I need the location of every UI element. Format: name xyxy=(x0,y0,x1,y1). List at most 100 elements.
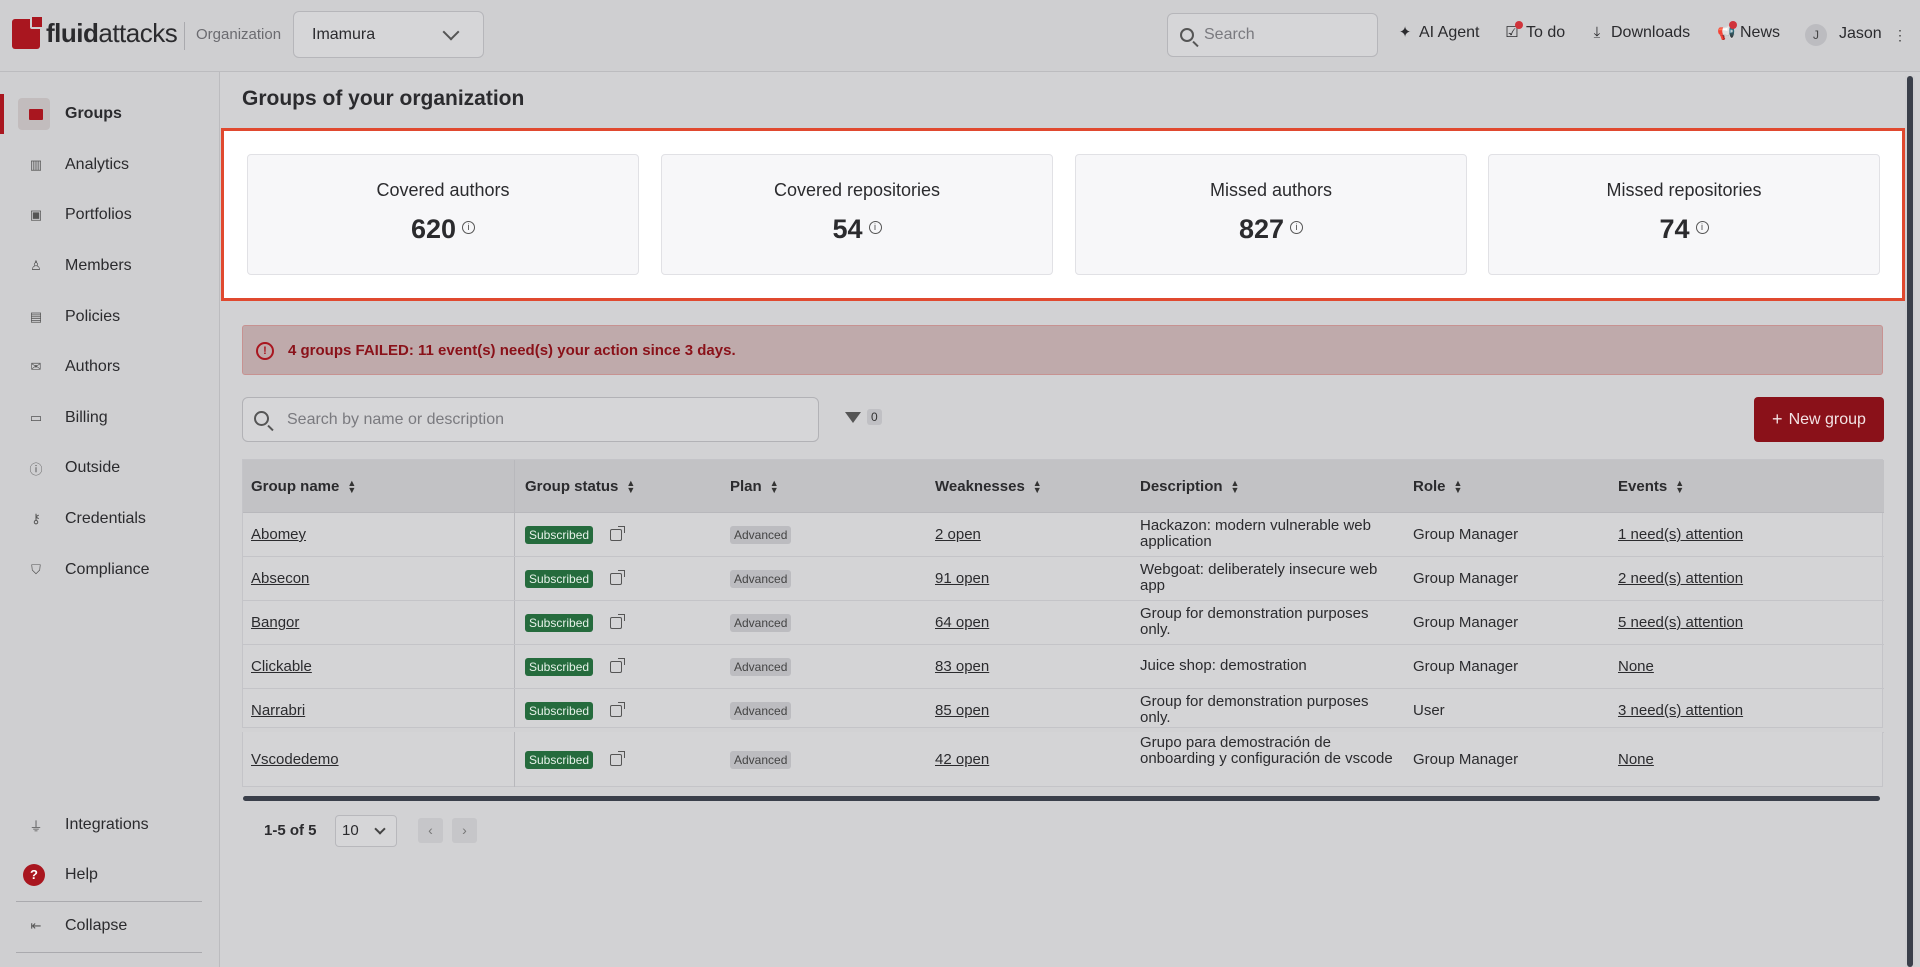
external-link-icon[interactable] xyxy=(610,702,625,717)
alert-text: 4 groups FAILED: 11 event(s) need(s) you… xyxy=(288,341,736,359)
column-header-plan[interactable]: Plan ▲ ▼ xyxy=(730,478,779,495)
group-name-link[interactable]: Narrabri xyxy=(251,702,305,719)
global-search-input[interactable]: Search xyxy=(1167,13,1378,57)
column-header-description[interactable]: Description ▲ ▼ xyxy=(1140,478,1239,495)
stat-label: Missed authors xyxy=(1209,180,1333,200)
external-link-icon[interactable] xyxy=(610,658,625,673)
stat-value: 74 xyxy=(1659,214,1690,244)
sidebar-item-compliance[interactable]: ⛉ Compliance xyxy=(0,550,220,590)
plug-icon: ⏚ xyxy=(29,818,43,834)
previous-page-button[interactable]: ‹ xyxy=(418,818,443,843)
logo-text-b: attacks xyxy=(98,18,178,48)
more-options-icon[interactable]: ⋮ xyxy=(1893,27,1907,44)
events-link[interactable]: 1 need(s) attention xyxy=(1618,526,1743,543)
scrollbar-thumb[interactable] xyxy=(1907,76,1913,967)
downloads-button[interactable]: ⤓ Downloads xyxy=(1588,24,1690,42)
column-header-events[interactable]: Events ▲ ▼ xyxy=(1618,478,1684,495)
info-icon[interactable]: i xyxy=(462,221,476,235)
filter-button[interactable]: 0 xyxy=(845,409,882,425)
sidebar-item-outside[interactable]: ⓘ Outside xyxy=(0,448,220,488)
description-text: Grupo para demostración de onboarding y … xyxy=(1140,734,1393,767)
external-link-icon[interactable] xyxy=(610,526,625,541)
weaknesses-link[interactable]: 85 open xyxy=(935,702,989,719)
filter-icon xyxy=(845,411,861,423)
events-link[interactable]: 3 need(s) attention xyxy=(1618,702,1743,719)
notification-dot xyxy=(1729,21,1737,29)
group-name-link[interactable]: Abomey xyxy=(251,526,306,543)
info-icon[interactable]: i xyxy=(868,221,882,235)
description-text: Group for demonstration purposes only. xyxy=(1140,693,1369,726)
sidebar-item-authors[interactable]: ✉ Authors xyxy=(0,347,220,387)
avatar[interactable]: J xyxy=(1805,24,1827,46)
sidebar-item-groups[interactable]: Groups xyxy=(0,94,220,134)
group-name-link[interactable]: Clickable xyxy=(251,658,312,675)
search-icon xyxy=(1180,28,1194,42)
org-select[interactable]: Imamura xyxy=(293,11,484,58)
role-text: Group Manager xyxy=(1413,614,1519,631)
page-title: Groups of your organization xyxy=(242,87,525,110)
sidebar-item-label: Integrations xyxy=(65,816,149,833)
sidebar-item-policies[interactable]: ▤ Policies xyxy=(0,297,220,337)
logo[interactable]: fluidattacks xyxy=(12,14,178,49)
sidebar-item-label: Credentials xyxy=(65,510,146,527)
logo-text-a: fluid xyxy=(46,18,99,48)
sidebar-item-portfolios[interactable]: ▣ Portfolios xyxy=(0,195,220,235)
external-link-icon[interactable] xyxy=(610,751,625,766)
external-link-icon[interactable] xyxy=(610,614,625,629)
info-icon[interactable]: i xyxy=(1695,221,1709,235)
stat-value: 620 xyxy=(410,214,457,244)
events-link[interactable]: 5 need(s) attention xyxy=(1618,614,1743,631)
column-header-weaknesses[interactable]: Weaknesses ▲ ▼ xyxy=(935,478,1042,495)
column-header-group-name[interactable]: Group name ▲ ▼ xyxy=(251,478,356,495)
group-name-link[interactable]: Absecon xyxy=(251,570,309,587)
events-link[interactable]: None xyxy=(1618,658,1654,675)
pagination-range: 1-5 of 5 xyxy=(264,822,317,839)
ai-agent-button[interactable]: ✦ AI Agent xyxy=(1396,24,1480,42)
page-size-value: 10 xyxy=(342,822,359,839)
collapse-button[interactable]: ⇤ Collapse xyxy=(0,906,220,946)
user-name[interactable]: Jason xyxy=(1839,25,1882,43)
org-select-value: Imamura xyxy=(312,25,376,43)
horizontal-scrollbar[interactable] xyxy=(243,796,1880,801)
sidebar-item-label: Compliance xyxy=(65,561,150,578)
sidebar-item-credentials[interactable]: ⚷ Credentials xyxy=(0,499,220,539)
plan-badge: Advanced xyxy=(730,526,792,544)
groups-table: Group name ▲ ▼ Group status ▲ ▼ Plan ▲ ▼ Weakn… xyxy=(242,459,1884,733)
plan-badge: Advanced xyxy=(730,658,792,676)
group-name-link[interactable]: Bangor xyxy=(251,614,299,631)
sidebar-item-members[interactable]: ♙ Members xyxy=(0,246,220,286)
sidebar-item-billing[interactable]: ▭ Billing xyxy=(0,398,220,438)
weaknesses-link[interactable]: 83 open xyxy=(935,658,989,675)
table-row: Bangor Subscribed Advanced 64 open Group… xyxy=(243,601,1884,645)
news-button[interactable]: 📢 News xyxy=(1717,21,1780,42)
info-icon[interactable]: i xyxy=(1290,221,1304,235)
role-text: User xyxy=(1413,702,1445,719)
sidebar-item-help[interactable]: ? Help xyxy=(0,855,220,895)
vertical-scrollbar[interactable] xyxy=(1905,76,1915,967)
events-link[interactable]: None xyxy=(1618,751,1654,768)
column-header-role[interactable]: Role ▲ ▼ xyxy=(1413,478,1462,495)
column-header-group-status[interactable]: Group status ▲ ▼ xyxy=(525,478,635,495)
external-link-icon[interactable] xyxy=(610,570,625,585)
events-link[interactable]: 2 need(s) attention xyxy=(1618,570,1743,587)
todo-button[interactable]: ☑ To do xyxy=(1503,21,1565,42)
page-size-select[interactable]: 10 xyxy=(335,815,397,847)
weaknesses-link[interactable]: 64 open xyxy=(935,614,989,631)
group-search-input[interactable]: Search by name or description xyxy=(242,397,819,442)
sidebar-item-integrations[interactable]: ⏚ Integrations xyxy=(0,805,220,845)
stat-card-missed-authors: Missed authors 827 i xyxy=(1075,154,1467,275)
weaknesses-link[interactable]: 2 open xyxy=(935,526,981,543)
new-group-button[interactable]: + New group xyxy=(1754,397,1884,442)
help-icon: ? xyxy=(23,864,45,886)
sidebar-item-analytics[interactable]: ▥ Analytics xyxy=(0,145,220,185)
weaknesses-link[interactable]: 42 open xyxy=(935,751,989,768)
table-row: Narrabri Subscribed Advanced 85 open Gro… xyxy=(243,689,1884,733)
next-page-button[interactable]: › xyxy=(452,818,477,843)
sidebar-item-label: Outside xyxy=(65,459,121,476)
weaknesses-link[interactable]: 91 open xyxy=(935,570,989,587)
search-icon xyxy=(254,411,269,426)
collapse-icon: ⇤ xyxy=(30,918,42,933)
folder-icon xyxy=(28,106,44,122)
sidebar-item-label: Billing xyxy=(65,409,108,426)
group-name-link[interactable]: Vscodedemo xyxy=(251,751,339,768)
